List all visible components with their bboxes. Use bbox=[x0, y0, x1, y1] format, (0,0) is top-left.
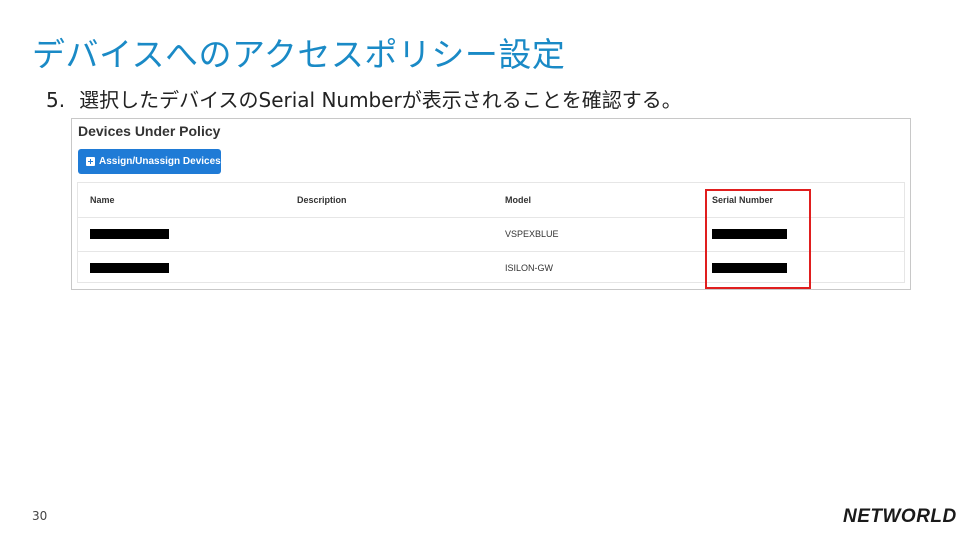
panel-title: Devices Under Policy bbox=[78, 123, 221, 139]
serial-number-highlight-box bbox=[705, 189, 811, 289]
networld-logo: NETWORLD bbox=[843, 506, 957, 527]
redacted-name bbox=[90, 229, 169, 239]
assign-unassign-devices-button[interactable]: Assign/Unassign Devices bbox=[78, 149, 221, 174]
page-number: 30 bbox=[32, 509, 48, 523]
column-header-description[interactable]: Description bbox=[297, 183, 347, 217]
slide-title: デバイスへのアクセスポリシー設定 bbox=[32, 35, 566, 74]
column-header-model[interactable]: Model bbox=[505, 183, 531, 217]
device-name-cell bbox=[90, 217, 169, 251]
step-instruction: 5. 選択したデバイスのSerial Numberが表示されることを確認する。 bbox=[46, 84, 682, 113]
device-model-cell: VSPEXBLUE bbox=[505, 229, 559, 239]
step-text: 選択したデバイスのSerial Numberが表示されることを確認する。 bbox=[79, 88, 682, 112]
plus-square-icon bbox=[86, 157, 95, 166]
step-number: 5. bbox=[46, 88, 66, 112]
device-model-cell: ISILON-GW bbox=[505, 263, 554, 273]
column-header-name[interactable]: Name bbox=[90, 183, 115, 217]
redacted-name bbox=[90, 263, 169, 273]
device-name-cell bbox=[90, 251, 169, 285]
assign-button-label: Assign/Unassign Devices bbox=[99, 156, 221, 167]
